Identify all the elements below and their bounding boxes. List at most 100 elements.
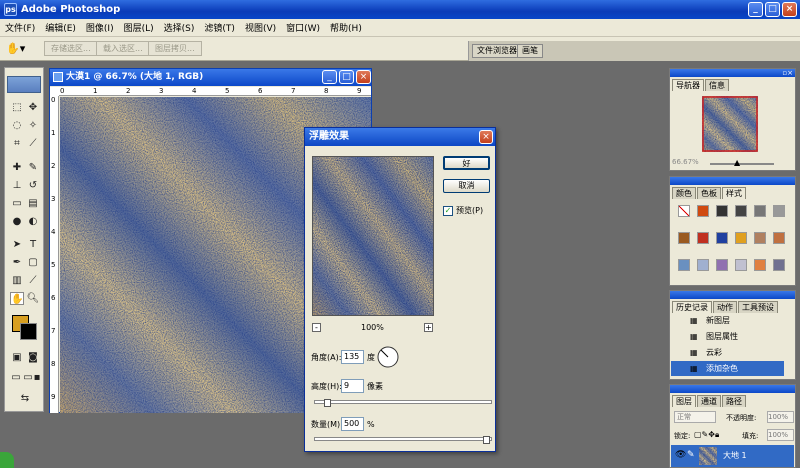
start-button[interactable] <box>0 452 14 468</box>
lasso-tool-icon[interactable]: ◌ <box>10 119 24 132</box>
style-swatch[interactable] <box>716 259 728 271</box>
magic-wand-icon[interactable]: ✧ <box>26 119 40 132</box>
style-swatch[interactable] <box>678 205 690 217</box>
navigator-zoom[interactable]: 66.67% <box>672 158 699 166</box>
horizontal-ruler[interactable]: 0 1 2 3 4 5 6 7 8 9 <box>59 87 371 96</box>
history-item-selected[interactable]: 添加杂色 <box>671 361 784 376</box>
menu-window[interactable]: 窗口(W) <box>281 21 325 34</box>
hand-tool-icon[interactable]: ✋ <box>10 292 24 305</box>
menu-filter[interactable]: 滤镜(T) <box>199 21 240 34</box>
dialog-close-button[interactable]: × <box>479 130 493 144</box>
healing-brush-icon[interactable]: ✚ <box>10 161 24 174</box>
tab-layers[interactable]: 图层 <box>672 395 696 407</box>
style-swatch[interactable] <box>735 259 747 271</box>
amount-slider-thumb[interactable] <box>483 436 490 444</box>
height-slider[interactable] <box>314 400 492 404</box>
layer-copy-button[interactable]: 图层拷贝... <box>148 41 202 56</box>
tab-color[interactable]: 颜色 <box>672 187 696 199</box>
navigator-zoom-slider[interactable] <box>710 163 774 165</box>
style-swatch[interactable] <box>697 205 709 217</box>
menu-layer[interactable]: 图层(L) <box>119 21 159 34</box>
amount-slider[interactable] <box>314 437 492 441</box>
doc-minimize-button[interactable]: _ <box>322 70 337 84</box>
gradient-tool-icon[interactable]: ▤ <box>26 197 40 210</box>
path-select-icon[interactable]: ➤ <box>10 238 24 251</box>
notes-tool-icon[interactable]: ▥ <box>10 274 24 287</box>
eraser-tool-icon[interactable]: ▭ <box>10 197 24 210</box>
palette-close-icon[interactable]: ▫× <box>782 69 793 77</box>
eyedropper-tool-icon[interactable]: ⟋ <box>26 274 40 287</box>
style-swatch[interactable] <box>697 232 709 244</box>
hand-tool-icon[interactable]: ✋▾ <box>6 41 28 56</box>
style-swatch[interactable] <box>773 259 785 271</box>
dodge-tool-icon[interactable]: ◐ <box>26 215 40 228</box>
doc-close-button[interactable]: × <box>356 70 371 84</box>
menu-image[interactable]: 图像(I) <box>81 21 119 34</box>
ok-button[interactable]: 好 <box>443 156 490 170</box>
background-color-swatch[interactable] <box>20 323 37 340</box>
move-tool-icon[interactable]: ✥ <box>26 101 40 114</box>
stamp-tool-icon[interactable]: ⊥ <box>10 179 24 192</box>
style-swatch[interactable] <box>773 232 785 244</box>
crop-tool-icon[interactable]: ⌗ <box>10 137 24 150</box>
height-slider-thumb[interactable] <box>324 399 331 407</box>
menu-edit[interactable]: 编辑(E) <box>40 21 81 34</box>
zoom-in-button[interactable]: + <box>424 323 433 332</box>
save-selection-button[interactable]: 存储选区... <box>44 41 98 56</box>
navigator-thumbnail[interactable] <box>702 96 758 152</box>
brush-tool-icon[interactable]: ✎ <box>26 161 40 174</box>
zoom-tool-icon[interactable]: 🔍︎ <box>26 292 40 305</box>
ruler-origin[interactable] <box>50 87 59 96</box>
tab-tool-presets[interactable]: 工具预设 <box>738 301 778 313</box>
cancel-button[interactable]: 取消 <box>443 179 490 193</box>
history-brush-icon[interactable]: ↺ <box>26 179 40 192</box>
menu-file[interactable]: 文件(F) <box>0 21 40 34</box>
lock-icons[interactable]: ▢✎✥🔒︎ <box>694 430 719 440</box>
screen-mode-3-icon[interactable]: ▪ <box>32 371 42 384</box>
menu-view[interactable]: 视图(V) <box>240 21 281 34</box>
zoom-slider-thumb-icon[interactable]: ▲ <box>734 158 740 167</box>
quickmask-mode-icon[interactable]: ◙ <box>26 351 40 364</box>
layer-row[interactable]: 👁︎ ✎ 大地 1 <box>671 445 794 467</box>
tab-actions[interactable]: 动作 <box>713 301 737 313</box>
blend-mode-select[interactable]: 正常 <box>674 411 716 423</box>
opacity-input[interactable]: 100% <box>767 411 794 423</box>
load-selection-button[interactable]: 载入选区... <box>96 41 150 56</box>
tab-swatches[interactable]: 色板 <box>697 187 721 199</box>
eye-icon[interactable]: 👁︎ <box>675 450 686 460</box>
fill-input[interactable]: 100% <box>767 429 794 441</box>
style-swatch[interactable] <box>678 232 690 244</box>
tab-styles[interactable]: 样式 <box>722 187 746 199</box>
tab-paths[interactable]: 路径 <box>722 395 746 407</box>
style-swatch[interactable] <box>678 259 690 271</box>
angle-input[interactable]: 135 <box>341 350 364 364</box>
standard-mode-icon[interactable]: ▣ <box>10 351 24 364</box>
angle-dial[interactable] <box>376 345 400 369</box>
style-swatch[interactable] <box>697 259 709 271</box>
vertical-ruler[interactable]: 0 1 2 3 4 5 6 7 8 9 <box>50 96 59 413</box>
style-swatch[interactable] <box>716 232 728 244</box>
shape-tool-icon[interactable]: ▢ <box>26 256 40 269</box>
history-item[interactable]: 图层属性 <box>671 329 784 344</box>
style-swatch[interactable] <box>735 205 747 217</box>
preview-checkbox[interactable]: ✓ <box>443 206 453 216</box>
tab-file-browser[interactable]: 文件浏览器 <box>472 44 522 58</box>
style-swatch[interactable] <box>716 205 728 217</box>
close-button[interactable]: × <box>782 2 797 17</box>
minimize-button[interactable]: _ <box>748 2 763 17</box>
menu-help[interactable]: 帮助(H) <box>325 21 367 34</box>
style-swatch[interactable] <box>754 232 766 244</box>
maximize-button[interactable]: □ <box>765 2 780 17</box>
tab-info[interactable]: 信息 <box>705 79 729 91</box>
marquee-tool-icon[interactable]: ⬚ <box>10 101 24 114</box>
height-input[interactable]: 9 <box>341 379 364 393</box>
tab-history[interactable]: 历史记录 <box>672 301 712 313</box>
filter-preview[interactable] <box>312 156 434 316</box>
history-item[interactable]: 新图层 <box>671 313 784 328</box>
history-item[interactable]: 云彩 <box>671 345 784 360</box>
blur-tool-icon[interactable]: ● <box>10 215 24 228</box>
dialog-title[interactable]: 浮雕效果 <box>305 128 495 146</box>
menu-select[interactable]: 选择(S) <box>159 21 200 34</box>
tab-channels[interactable]: 通道 <box>697 395 721 407</box>
style-swatch[interactable] <box>735 232 747 244</box>
